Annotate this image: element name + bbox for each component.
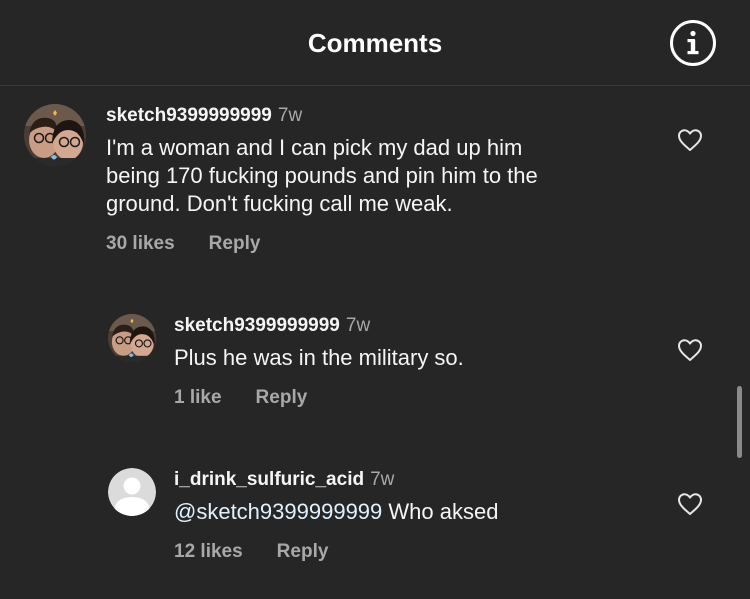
default-avatar-icon [108,468,156,516]
profile-photo [108,314,156,362]
comment-time: 7w [370,469,395,490]
likes-count[interactable]: 12 likes [174,541,243,562]
avatar[interactable] [108,468,156,516]
comment-username[interactable]: i_drink_sulfuric_acid [174,469,364,490]
like-button[interactable] [677,338,703,362]
comment-text: @sketch9399999999 Who aksed [174,498,654,526]
avatar[interactable] [108,314,156,362]
reply-button[interactable]: Reply [256,387,308,408]
comment-actions: 30 likes Reply [106,233,260,255]
like-button[interactable] [677,492,703,516]
avatar[interactable] [24,104,86,166]
page-title: Comments [307,28,443,58]
comment-actions: 1 like Reply [174,387,307,409]
info-circle-icon [670,20,716,66]
profile-photo [24,104,86,166]
mention-link[interactable]: @sketch9399999999 [174,499,382,524]
comment-actions: 12 likes Reply [174,541,328,563]
comments-header: Comments [0,0,750,86]
comment-text-line: being 170 fucking pounds and pin him to … [106,163,538,188]
comment-text-line: I'm a woman and I can pick my dad up him [106,135,523,160]
comment-time: 7w [345,315,371,336]
like-button[interactable] [677,128,703,152]
comment-text: I'm a woman and I can pick my dad up him… [106,134,666,218]
heart-icon [678,493,702,515]
comment-text-body: Who aksed [382,499,499,524]
comment-text-line: ground. Don't fucking call me weak. [106,191,453,216]
comment-username[interactable]: sketch9399999999 [106,105,272,126]
comment-username[interactable]: sketch9399999999 [174,315,340,336]
comment-text: Plus he was in the military so. [174,345,464,370]
comment-time: 7w [277,105,303,126]
likes-count[interactable]: 1 like [174,387,222,408]
reply-button[interactable]: Reply [277,541,329,562]
info-button[interactable] [669,19,717,67]
heart-icon [678,129,702,151]
likes-count[interactable]: 30 likes [106,233,175,254]
heart-icon [678,339,702,361]
reply-button[interactable]: Reply [209,233,261,254]
scrollbar-thumb[interactable] [737,386,742,458]
